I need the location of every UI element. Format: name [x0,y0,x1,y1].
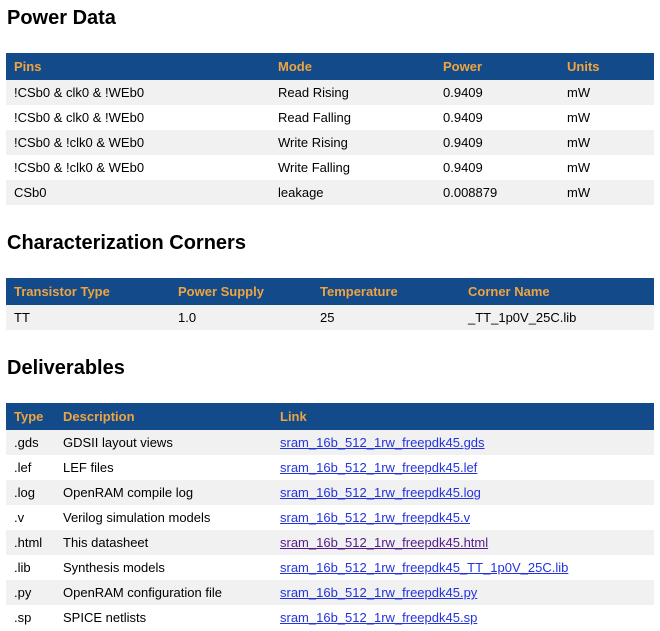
table-row: .lib Synthesis models sram_16b_512_1rw_f… [6,555,654,580]
power-data-table: Pins Mode Power Units !CSb0 & clk0 & !WE… [6,53,654,205]
column-header-pins: Pins [6,53,270,80]
cell-power: 0.9409 [435,105,559,130]
table-header-row: Type Description Link [6,403,654,430]
deliverable-link-lib[interactable]: sram_16b_512_1rw_freepdk45_TT_1p0V_25C.l… [280,560,568,575]
cell-file-type: .v [6,505,55,530]
cell-units: mW [559,155,654,180]
table-row: CSb0 leakage 0.008879 mW [6,180,654,205]
cell-description: GDSII layout views [55,430,272,455]
datasheet-page: Power Data Pins Mode Power Units !CSb0 &… [0,0,660,631]
cell-description: Synthesis models [55,555,272,580]
deliverable-link-gds[interactable]: sram_16b_512_1rw_freepdk45.gds [280,435,485,450]
table-header-row: Transistor Type Power Supply Temperature… [6,278,654,305]
column-header-mode: Mode [270,53,435,80]
cell-mode: Read Falling [270,105,435,130]
cell-power: 0.9409 [435,130,559,155]
deliverable-link-html[interactable]: sram_16b_512_1rw_freepdk45.html [280,535,488,550]
cell-description: LEF files [55,455,272,480]
cell-mode: Write Rising [270,130,435,155]
deliverable-link-sp[interactable]: sram_16b_512_1rw_freepdk45.sp [280,610,477,625]
column-header-corner-name: Corner Name [460,278,654,305]
cell-description: OpenRAM configuration file [55,580,272,605]
cell-link: sram_16b_512_1rw_freepdk45.sp [272,605,654,630]
cell-file-type: .log [6,480,55,505]
cell-corner-name: _TT_1p0V_25C.lib [460,305,654,330]
deliverable-link-lef[interactable]: sram_16b_512_1rw_freepdk45.lef [280,460,477,475]
section-title-deliverables: Deliverables [7,357,654,379]
cell-file-type: .py [6,580,55,605]
table-row: .v Verilog simulation models sram_16b_51… [6,505,654,530]
table-row: .gds GDSII layout views sram_16b_512_1rw… [6,430,654,455]
cell-pins: !CSb0 & clk0 & !WEb0 [6,105,270,130]
cell-link: sram_16b_512_1rw_freepdk45_TT_1p0V_25C.l… [272,555,654,580]
deliverable-link-py[interactable]: sram_16b_512_1rw_freepdk45.py [280,585,477,600]
cell-description: OpenRAM compile log [55,480,272,505]
cell-link: sram_16b_512_1rw_freepdk45.html [272,530,654,555]
column-header-temperature: Temperature [312,278,460,305]
table-header-row: Pins Mode Power Units [6,53,654,80]
cell-units: mW [559,130,654,155]
cell-link: sram_16b_512_1rw_freepdk45.gds [272,430,654,455]
cell-pins: CSb0 [6,180,270,205]
cell-file-type: .gds [6,430,55,455]
cell-mode: Write Falling [270,155,435,180]
cell-file-type: .lib [6,555,55,580]
cell-power-supply: 1.0 [170,305,312,330]
table-row: .html This datasheet sram_16b_512_1rw_fr… [6,530,654,555]
table-row: .sp SPICE netlists sram_16b_512_1rw_free… [6,605,654,630]
column-header-type: Type [6,403,55,430]
section-title-power-data: Power Data [7,7,654,29]
cell-units: mW [559,180,654,205]
table-row: !CSb0 & clk0 & !WEb0 Read Falling 0.9409… [6,105,654,130]
table-row: !CSb0 & !clk0 & WEb0 Write Rising 0.9409… [6,130,654,155]
cell-link: sram_16b_512_1rw_freepdk45.lef [272,455,654,480]
cell-description: SPICE netlists [55,605,272,630]
section-title-characterization-corners: Characterization Corners [7,232,654,254]
cell-power: 0.9409 [435,80,559,105]
cell-description: This datasheet [55,530,272,555]
characterization-corners-table: Transistor Type Power Supply Temperature… [6,278,654,330]
cell-file-type: .lef [6,455,55,480]
column-header-transistor-type: Transistor Type [6,278,170,305]
column-header-link: Link [272,403,654,430]
table-row: !CSb0 & !clk0 & WEb0 Write Falling 0.940… [6,155,654,180]
cell-power: 0.9409 [435,155,559,180]
cell-link: sram_16b_512_1rw_freepdk45.log [272,480,654,505]
table-row: .lef LEF files sram_16b_512_1rw_freepdk4… [6,455,654,480]
column-header-power: Power [435,53,559,80]
cell-link: sram_16b_512_1rw_freepdk45.v [272,505,654,530]
deliverable-link-log[interactable]: sram_16b_512_1rw_freepdk45.log [280,485,481,500]
cell-power: 0.008879 [435,180,559,205]
cell-link: sram_16b_512_1rw_freepdk45.py [272,580,654,605]
cell-temperature: 25 [312,305,460,330]
cell-pins: !CSb0 & clk0 & !WEb0 [6,80,270,105]
cell-transistor-type: TT [6,305,170,330]
column-header-power-supply: Power Supply [170,278,312,305]
cell-units: mW [559,80,654,105]
column-header-description: Description [55,403,272,430]
table-row: .py OpenRAM configuration file sram_16b_… [6,580,654,605]
table-row: !CSb0 & clk0 & !WEb0 Read Rising 0.9409 … [6,80,654,105]
column-header-units: Units [559,53,654,80]
cell-mode: Read Rising [270,80,435,105]
cell-description: Verilog simulation models [55,505,272,530]
cell-file-type: .sp [6,605,55,630]
deliverable-link-v[interactable]: sram_16b_512_1rw_freepdk45.v [280,510,470,525]
deliverables-table: Type Description Link .gds GDSII layout … [6,403,654,630]
table-row: TT 1.0 25 _TT_1p0V_25C.lib [6,305,654,330]
cell-file-type: .html [6,530,55,555]
cell-pins: !CSb0 & !clk0 & WEb0 [6,155,270,180]
cell-mode: leakage [270,180,435,205]
cell-pins: !CSb0 & !clk0 & WEb0 [6,130,270,155]
cell-units: mW [559,105,654,130]
table-row: .log OpenRAM compile log sram_16b_512_1r… [6,480,654,505]
